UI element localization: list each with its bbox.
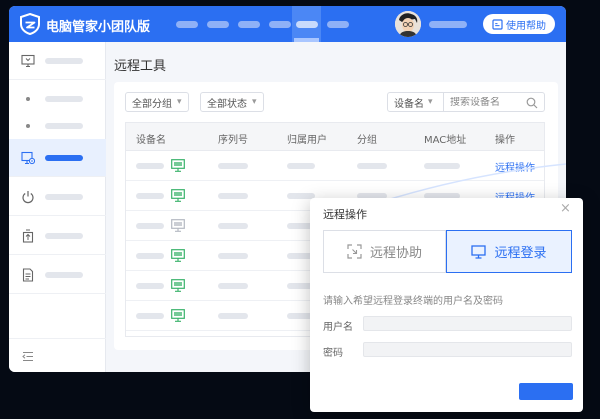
nav-item-1[interactable] — [176, 21, 198, 28]
remote-login-label: 远程登录 — [494, 246, 547, 261]
nav-item-2[interactable] — [207, 21, 229, 28]
sidebar-label-placeholder — [45, 96, 83, 102]
username-label: 用户名 — [323, 322, 353, 333]
sidebar-item-documents[interactable] — [9, 256, 106, 294]
password-label: 密码 — [323, 348, 343, 359]
search-type-select[interactable]: 设备名 ▾ — [388, 93, 444, 111]
device-online-icon — [171, 249, 185, 262]
monitor-icon — [471, 244, 487, 259]
nav-item-6[interactable] — [327, 21, 349, 28]
cell-placeholder — [218, 313, 248, 319]
sidebar-item-upload[interactable] — [9, 217, 106, 255]
sidebar-item-power[interactable] — [9, 178, 106, 216]
shield-logo-icon — [20, 13, 40, 35]
dialog-title: 远程操作 — [323, 208, 367, 221]
cell-placeholder — [218, 283, 248, 289]
chevron-down-icon: ▾ — [428, 97, 433, 107]
remote-login-button[interactable]: 远程登录 — [446, 230, 572, 273]
column-header: 设备名 — [136, 135, 166, 146]
cell-placeholder — [136, 223, 164, 229]
sidebar-label-placeholder — [45, 122, 83, 129]
dialog-hint: 请输入希望远程登录终端的用户名及密码 — [323, 296, 503, 307]
device-online-icon — [171, 159, 185, 172]
group-filter-label: 全部分组 — [132, 98, 172, 110]
power-icon — [22, 190, 34, 203]
status-filter-dropdown[interactable]: 全部状态 ▾ — [200, 92, 264, 112]
column-header: 操作 — [495, 135, 515, 146]
sidebar-label-placeholder — [45, 154, 83, 161]
search-box: 设备名 ▾ — [387, 92, 545, 112]
avatar-icon — [395, 11, 421, 37]
top-bar: 电脑管家小团队版 使用帮助 — [9, 6, 566, 42]
cell-placeholder — [136, 163, 164, 169]
group-filter-dropdown[interactable]: 全部分组 ▾ — [125, 92, 189, 112]
device-online-icon — [171, 309, 185, 322]
sidebar-label-placeholder — [45, 57, 83, 64]
column-header: 分组 — [357, 135, 377, 146]
cell-placeholder — [136, 193, 164, 199]
cell-placeholder — [136, 313, 164, 319]
remote-assist-button[interactable]: 远程协助 — [323, 230, 446, 273]
sidebar-label-placeholder — [45, 271, 83, 278]
cell-placeholder — [218, 193, 248, 199]
sidebar-item-remote-tools[interactable] — [9, 139, 106, 177]
page-title: 远程工具 — [114, 59, 167, 74]
help-icon — [492, 18, 503, 30]
device-online-icon — [171, 279, 185, 292]
remote-assist-label: 远程协助 — [369, 246, 422, 261]
column-header: MAC地址 — [424, 135, 467, 146]
cell-placeholder — [218, 253, 248, 259]
device-online-icon — [171, 189, 185, 202]
close-icon[interactable]: × — [560, 201, 571, 216]
help-button[interactable]: 使用帮助 — [483, 14, 555, 34]
collapse-icon[interactable] — [22, 351, 34, 362]
bullet-dot — [26, 123, 30, 128]
user-avatar[interactable] — [395, 11, 421, 37]
upload-icon — [22, 229, 34, 243]
nav-item-4[interactable] — [269, 21, 291, 28]
sidebar-label-placeholder — [45, 193, 83, 200]
cell-placeholder — [136, 253, 164, 259]
help-label: 使用帮助 — [506, 20, 546, 32]
remote-monitor-icon — [21, 151, 35, 164]
remote-assist-icon — [347, 244, 362, 259]
app-title: 电脑管家小团队版 — [46, 20, 151, 35]
username-placeholder — [429, 21, 467, 28]
column-header: 序列号 — [218, 135, 248, 146]
sidebar-divider — [9, 338, 106, 339]
status-filter-label: 全部状态 — [207, 98, 247, 110]
remote-operation-dialog: 远程操作 × 远程协助 远程登录 请输入希望远程登录终端的用户名及密码 用户名 … — [310, 198, 583, 412]
monitor-icon — [21, 54, 35, 67]
sidebar-item-devices[interactable] — [9, 42, 106, 80]
cell-placeholder — [218, 223, 248, 229]
sidebar-label-placeholder — [45, 232, 83, 239]
search-icon[interactable] — [526, 97, 538, 109]
nav-item-3[interactable] — [238, 21, 260, 28]
cell-placeholder — [136, 283, 164, 289]
username-field[interactable] — [363, 316, 572, 331]
document-icon — [22, 267, 34, 282]
search-type-label: 设备名 — [394, 98, 424, 110]
sidebar — [9, 42, 106, 372]
nav-active-indicator — [294, 38, 319, 42]
bullet-dot — [26, 97, 30, 101]
password-field[interactable] — [363, 342, 572, 357]
device-offline-icon — [171, 219, 185, 232]
confirm-button[interactable] — [519, 383, 573, 400]
cell-placeholder — [287, 163, 315, 169]
nav-item-5-active[interactable] — [296, 21, 318, 28]
table-header: 设备名 序列号 归属用户 分组 MAC地址 操作 — [126, 123, 544, 151]
cell-placeholder — [218, 163, 248, 169]
search-input[interactable] — [450, 96, 530, 108]
chevron-down-icon: ▾ — [252, 97, 257, 107]
chevron-down-icon: ▾ — [177, 97, 182, 107]
column-header: 归属用户 — [287, 135, 327, 146]
